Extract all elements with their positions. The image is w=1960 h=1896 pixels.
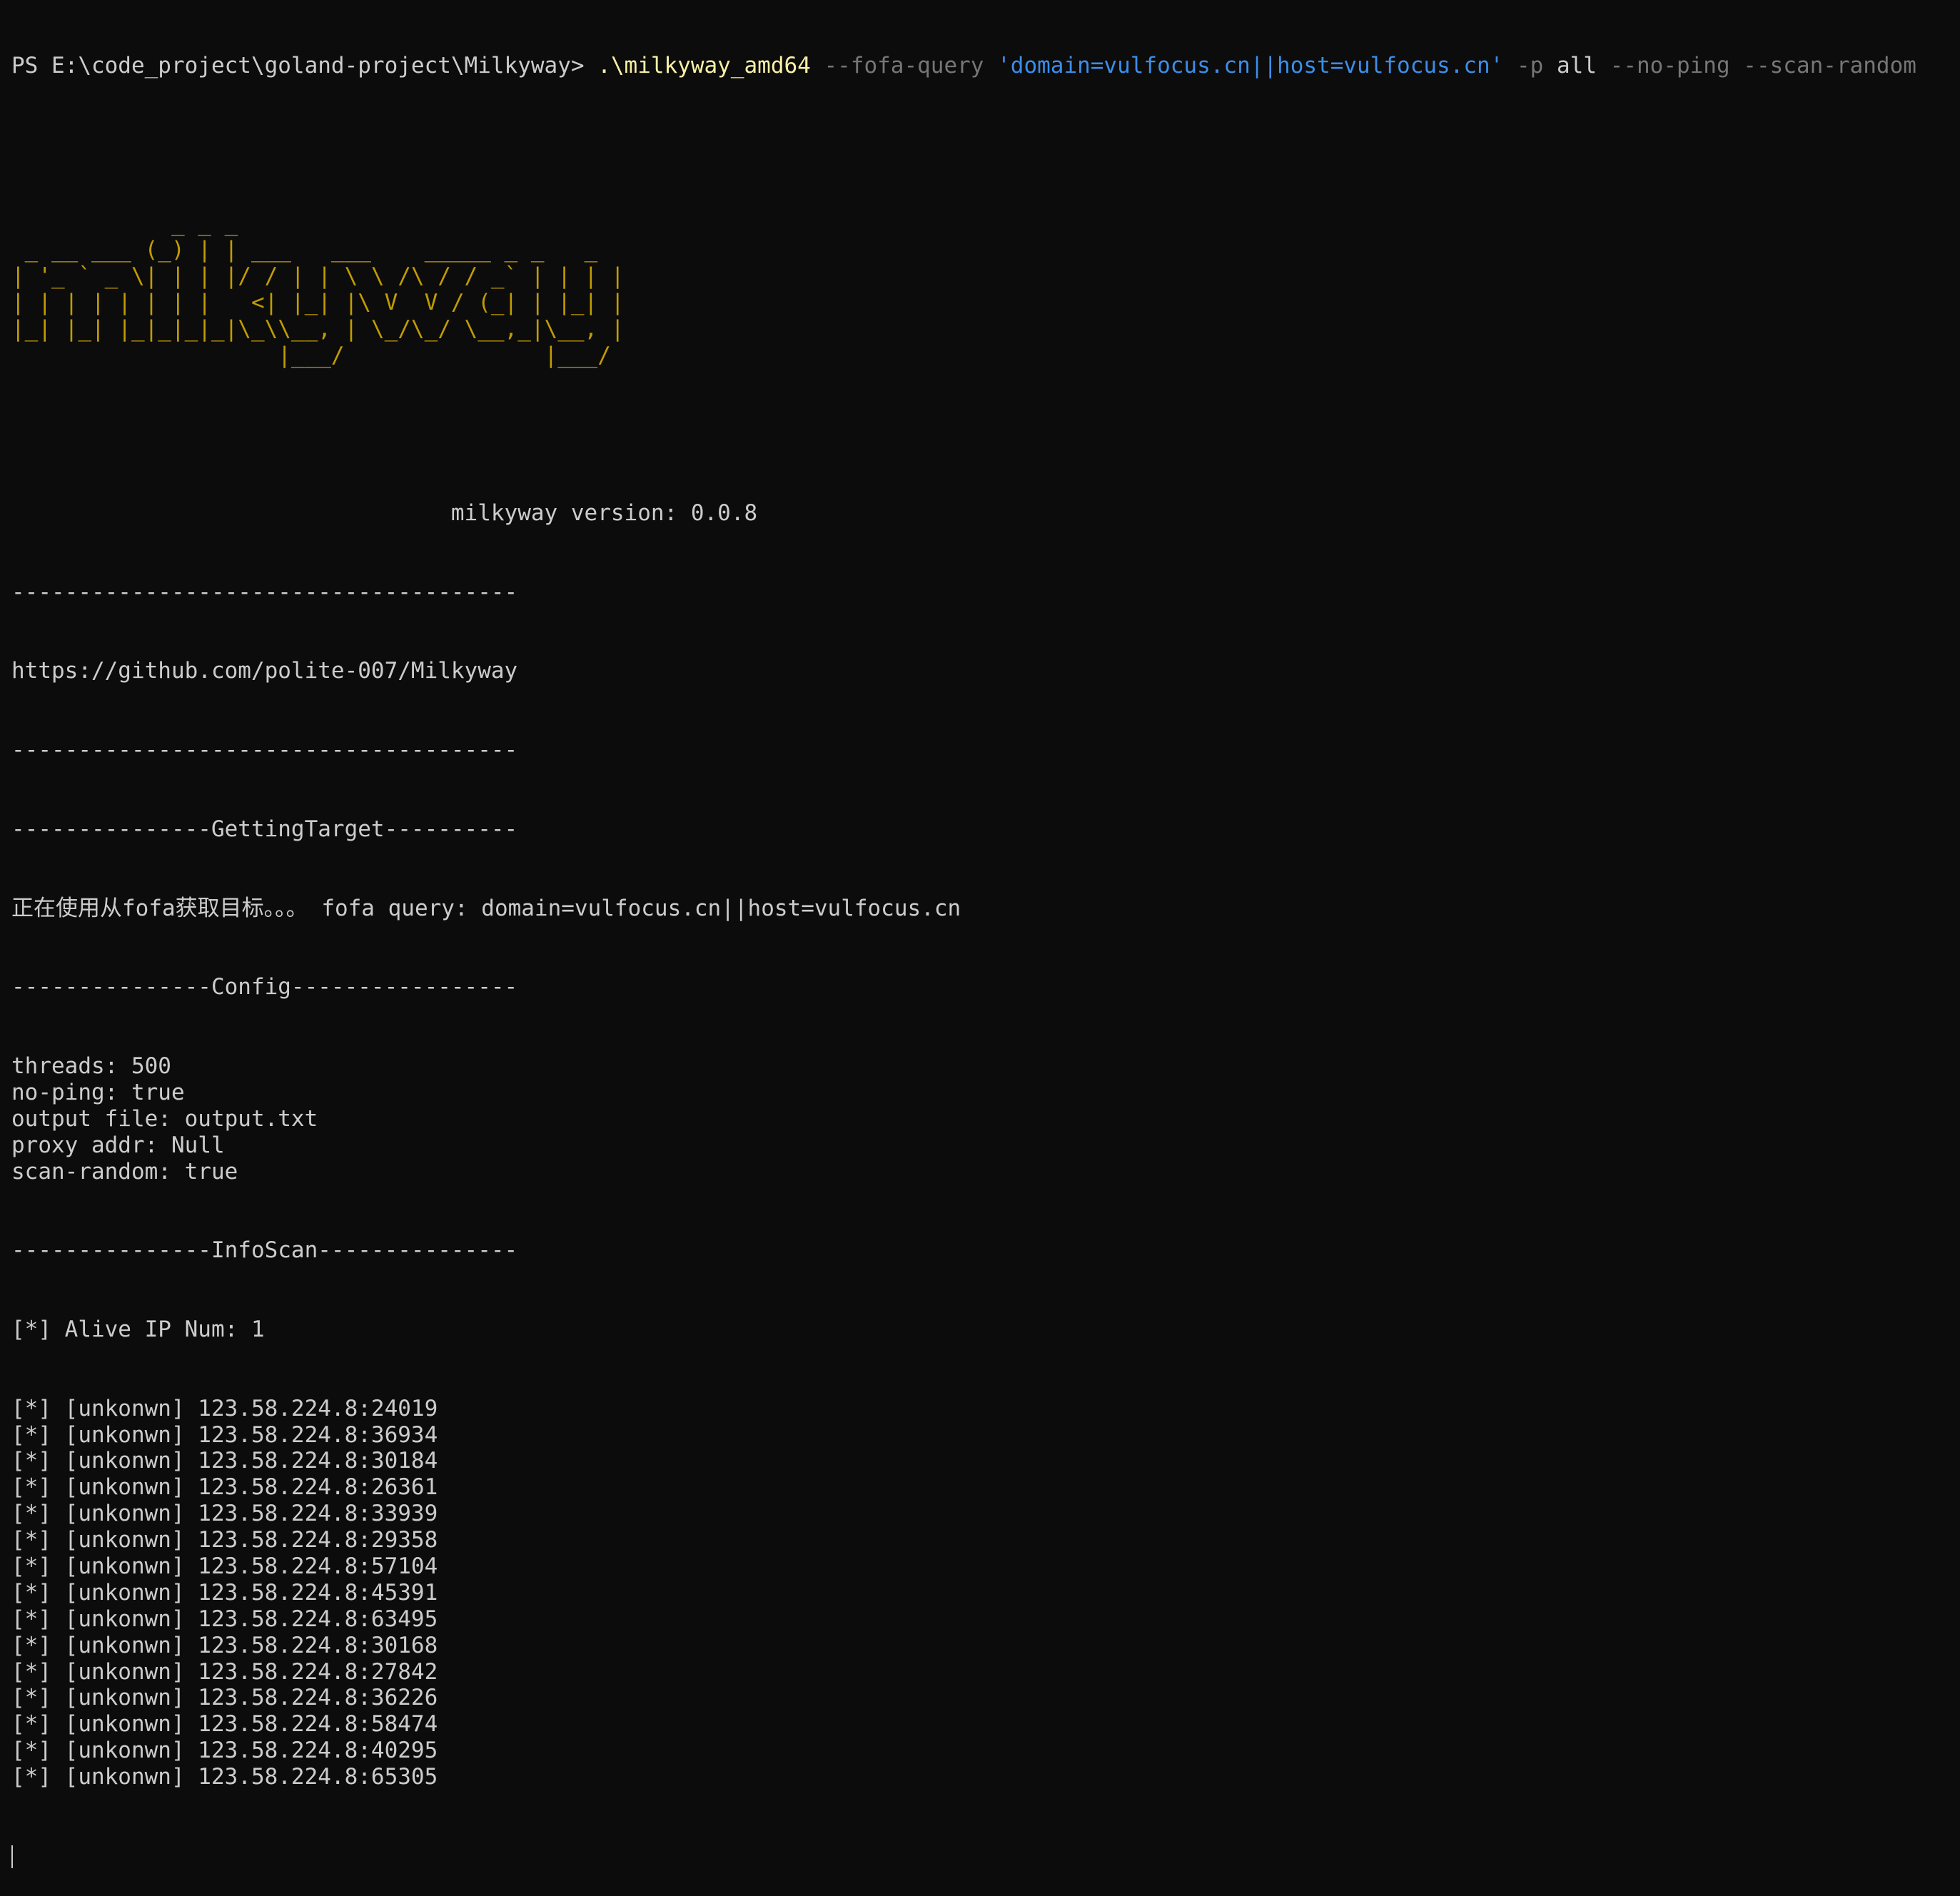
section-config: ---------------Config----------------- [11, 974, 518, 1000]
command-line: PS E:\code_project\goland-project\Milkyw… [11, 53, 1953, 79]
config-line: scan-random: true [11, 1158, 238, 1185]
config-line: threads: 500 [11, 1053, 171, 1079]
ascii-banner: _ _ _ _ __ ___ (_) | | ___ ___ _____ _ _… [11, 211, 1953, 368]
scan-result-line: [*] [unkonwn] 123.58.224.8:36934 [11, 1421, 438, 1448]
repo-url: https://github.com/polite-007/Milkyway [11, 658, 518, 684]
scan-result-line: [*] [unkonwn] 123.58.224.8:45391 [11, 1579, 438, 1606]
separator-line: -------------------------------------- [11, 579, 518, 605]
banner-line: |___/ |___/ [11, 342, 611, 368]
scan-result-line: [*] [unkonwn] 123.58.224.8:65305 [11, 1764, 438, 1790]
banner-line: _ __ ___ (_) | | ___ ___ _____ _ _ _ [11, 237, 598, 263]
scan-result-line: [*] [unkonwn] 123.58.224.8:36226 [11, 1685, 438, 1711]
scan-result-line: [*] [unkonwn] 123.58.224.8:58474 [11, 1711, 438, 1738]
scan-result-line: [*] [unkonwn] 123.58.224.8:63495 [11, 1606, 438, 1632]
fofa-status-line: 正在使用从fofa获取目标。。。 fofa query: domain=vulf… [11, 895, 961, 921]
config-line: no-ping: true [11, 1079, 185, 1105]
config-line: proxy addr: Null [11, 1132, 225, 1158]
terminal-output[interactable]: PS E:\code_project\goland-project\Milkyw… [11, 0, 1953, 1869]
version-line: milkyway version: 0.0.8 [11, 500, 758, 527]
prompt-path: PS E:\code_project\goland-project\Milkyw… [11, 52, 598, 78]
banner-line: | | | | | | | | <| |_| |\ V V / (_| | |_… [11, 289, 625, 315]
scan-result-line: [*] [unkonwn] 123.58.224.8:57104 [11, 1553, 438, 1580]
separator-line: -------------------------------------- [11, 737, 518, 764]
scan-results-list: [*] [unkonwn] 123.58.224.8:24019 [*] [unk… [11, 1396, 1953, 1790]
scan-result-line: [*] [unkonwn] 123.58.224.8:27842 [11, 1658, 438, 1685]
scan-result-line: [*] [unkonwn] 123.58.224.8:30184 [11, 1448, 438, 1474]
scan-result-line: [*] [unkonwn] 123.58.224.8:24019 [11, 1395, 438, 1421]
section-getting-target: ---------------GettingTarget---------- [11, 816, 518, 842]
command-query-string: 'domain=vulfocus.cn||host=vulfocus.cn' [997, 52, 1504, 78]
command-flag-rest: --no-ping --scan-random [1597, 52, 1916, 78]
command-p-value: all [1557, 52, 1597, 78]
scan-result-line: [*] [unkonwn] 123.58.224.8:33939 [11, 1501, 438, 1527]
banner-line: |_| |_| |_|_|_|_|\_\\__, | \_/\_/ \__,_|… [11, 315, 625, 342]
banner-line: _ _ _ [11, 211, 238, 237]
section-infoscan: ---------------InfoScan--------------- [11, 1237, 518, 1264]
banner-line: | '_ ` _ \| | | |/ / | | \ \ /\ / / _` |… [11, 263, 625, 289]
config-list: threads: 500 no-ping: true output file: ou… [11, 1053, 1953, 1185]
alive-ip-line: [*] Alive IP Num: 1 [11, 1316, 265, 1342]
command-flag-p: -p [1503, 52, 1557, 78]
scan-result-line: [*] [unkonwn] 123.58.224.8:40295 [11, 1738, 438, 1764]
scan-result-line: [*] [unkonwn] 123.58.224.8:26361 [11, 1474, 438, 1501]
scan-result-line: [*] [unkonwn] 123.58.224.8:29358 [11, 1527, 438, 1553]
command-flag-fofa: --fofa-query [810, 52, 998, 78]
config-line: output file: output.txt [11, 1105, 318, 1132]
text-cursor [11, 1845, 13, 1869]
scan-result-line: [*] [unkonwn] 123.58.224.8:30168 [11, 1632, 438, 1658]
command-executable: .\milkyway_amd64 [597, 52, 811, 78]
cursor-line [11, 1843, 1953, 1870]
